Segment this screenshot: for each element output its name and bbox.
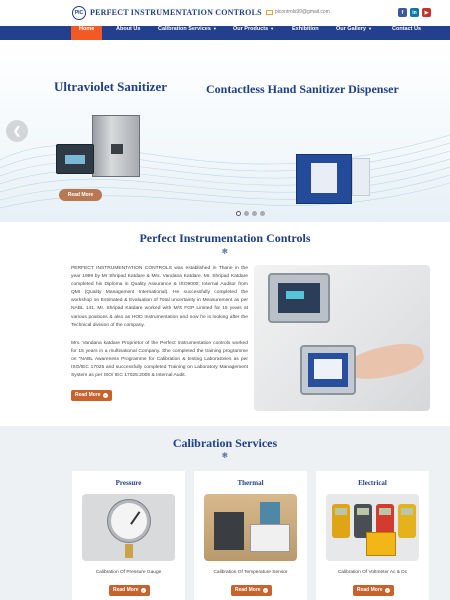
nav-home[interactable]: Home [71,26,103,40]
service-card-title: Thermal [237,479,264,487]
about-read-more-button[interactable]: Read More › [71,390,112,401]
slide-title-uv-sanitizer: Ultraviolet Sanitizer [54,79,167,94]
pressure-gauge-image [82,494,175,561]
main-nav: Home About Us Calibration Services ▼ Our … [0,26,450,40]
about-section-title: Perfect Instrumentation Controls [139,231,311,245]
service-card-caption: Calibration Of Pressure Gauge [95,570,162,575]
envelope-icon [266,9,273,15]
arrow-circle-icon: › [140,588,146,593]
email-contact[interactable]: picontrols99@gmail.com [266,9,330,15]
chevron-down-icon: ▼ [270,26,275,31]
nav-calibration-services[interactable]: Calibration Services ▼ [158,26,217,40]
service-card-title: Pressure [115,479,142,487]
service-card-caption: Calibration Of Temperature Sensor [213,570,288,575]
chevron-down-icon: ▼ [212,26,217,31]
arrow-circle-icon: › [102,393,108,398]
about-read-more-label: Read More [75,392,101,398]
pressure-read-more-button[interactable]: Read More › [109,585,150,596]
service-card-caption: Calibration Of Voltmeter Ac & Dc [337,570,408,575]
nav-about-us[interactable]: About Us [116,26,140,40]
uv-sanitizer-cabinet-image [92,115,140,177]
slide-read-more-button[interactable]: Read More [59,189,102,201]
chevron-down-icon: ▼ [367,26,372,31]
service-card-title: Electrical [358,479,387,487]
hero-slider: Ultraviolet Sanitizer Contactless Hand S… [0,40,450,222]
read-more-label: Read More [235,587,261,593]
nav-our-gallery[interactable]: Our Gallery ▼ [336,26,372,40]
thermal-read-more-button[interactable]: Read More › [231,585,272,596]
slider-dot-2[interactable] [244,211,249,216]
linkedin-icon[interactable]: in [410,8,419,17]
electrical-read-more-button[interactable]: Read More › [353,585,394,596]
nav-our-gallery-label: Our Gallery [336,26,366,32]
read-more-label: Read More [357,587,383,593]
nav-contact-us[interactable]: Contact Us [392,26,421,40]
snowflake-divider-icon: ❄ [221,451,229,460]
about-paragraph-1: PERFECT INSTRUMENTATION CONTROLS was est… [71,266,248,328]
slide-title-hand-sanitizer: Contactless Hand Sanitizer Dispenser [206,82,399,96]
brand-name[interactable]: PERFECT INSTRUMENTATION CONTROLS [90,8,262,17]
temperature-sensor-image [204,494,297,561]
services-section-title: Calibration Services [172,436,278,450]
slider-prev-icon[interactable]: ❮ [6,120,28,142]
service-card-thermal: Thermal Calibration Of Temperature Senso… [194,471,307,600]
youtube-icon[interactable]: ▶ [422,8,431,17]
hand-sanitizer-dispenser-image [296,154,352,204]
voltmeter-image [326,494,419,561]
about-product-image [254,265,430,411]
hand-sanitizer-unit-image [352,158,370,196]
slider-dot-3[interactable] [252,211,257,216]
slider-dot-4[interactable] [260,211,265,216]
nav-calibration-services-label: Calibration Services [158,26,211,32]
snowflake-divider-icon: ❄ [221,247,229,256]
uv-sanitizer-case-image [56,144,94,174]
service-card-electrical: Electrical Calibration Of Voltmeter Ac &… [316,471,429,600]
nav-our-products-label: Our Products [233,26,269,32]
service-card-pressure: Pressure Calibration Of Pressure Gauge R… [72,471,185,600]
site-header: PIC PERFECT INSTRUMENTATION CONTROLS pic… [0,0,450,26]
arrow-circle-icon: › [262,588,268,593]
about-paragraph-2: Mrs. Vandana katdare Proprietor of the P… [71,341,248,379]
nav-exhibition[interactable]: Exhibition [292,26,319,40]
email-text[interactable]: picontrols99@gmail.com [275,9,330,15]
arrow-circle-icon: › [384,588,390,593]
logo-icon[interactable]: PIC [72,6,86,20]
nav-our-products[interactable]: Our Products ▼ [233,26,274,40]
read-more-label: Read More [113,587,139,593]
facebook-icon[interactable]: f [398,8,407,17]
slider-dot-1[interactable] [236,211,241,216]
slider-dots [236,211,265,216]
